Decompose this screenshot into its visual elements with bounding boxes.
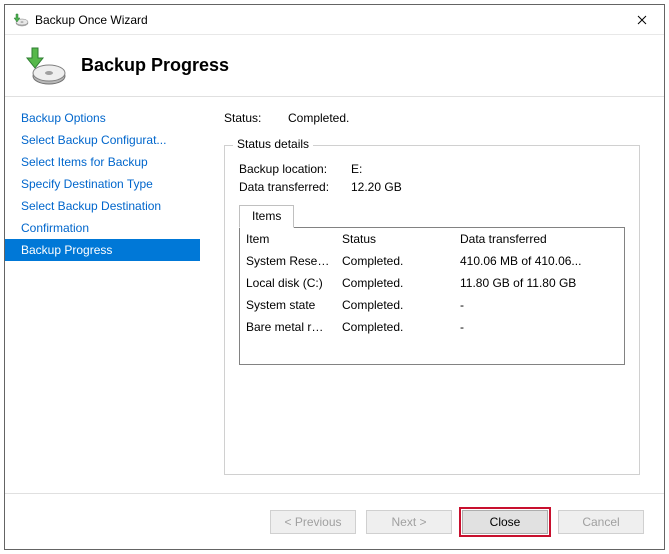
table-row[interactable]: System Reserv... Completed. 410.06 MB of… — [240, 250, 624, 272]
col-status[interactable]: Status — [336, 228, 454, 250]
step-select-backup-configuration[interactable]: Select Backup Configurat... — [5, 129, 200, 151]
step-select-backup-destination[interactable]: Select Backup Destination — [5, 195, 200, 217]
window-close-button[interactable] — [619, 5, 664, 34]
step-select-items-for-backup[interactable]: Select Items for Backup — [5, 151, 200, 173]
step-specify-destination-type[interactable]: Specify Destination Type — [5, 173, 200, 195]
window-title: Backup Once Wizard — [35, 13, 148, 27]
tab-items[interactable]: Items — [239, 205, 294, 228]
next-button: Next > — [366, 510, 452, 534]
close-button[interactable]: Close — [462, 510, 548, 534]
backup-location-label: Backup location: — [239, 162, 351, 176]
status-details-group: Status details Backup location: E: Data … — [224, 145, 640, 475]
data-transferred-value: 12.20 GB — [351, 180, 402, 194]
backup-location-value: E: — [351, 162, 362, 176]
step-backup-progress[interactable]: Backup Progress — [5, 239, 200, 261]
wizard-main-panel: Status: Completed. Status details Backup… — [200, 97, 664, 493]
table-row[interactable]: System state Completed. - — [240, 294, 624, 316]
step-confirmation[interactable]: Confirmation — [5, 217, 200, 239]
wizard-window: Backup Once Wizard Backup Progress Backu… — [4, 4, 665, 550]
table-row[interactable]: Local disk (C:) Completed. 11.80 GB of 1… — [240, 272, 624, 294]
titlebar: Backup Once Wizard — [5, 5, 664, 35]
status-label: Status: — [224, 111, 288, 125]
app-icon — [13, 12, 29, 28]
wizard-icon — [23, 44, 67, 88]
step-backup-options[interactable]: Backup Options — [5, 107, 200, 129]
cancel-button: Cancel — [558, 510, 644, 534]
page-title: Backup Progress — [81, 55, 229, 76]
previous-button: < Previous — [270, 510, 356, 534]
wizard-header: Backup Progress — [5, 35, 664, 97]
wizard-steps-sidebar: Backup Options Select Backup Configurat.… — [5, 97, 200, 493]
items-table: Item Status Data transferred System Rese — [239, 227, 625, 365]
col-item[interactable]: Item — [240, 228, 336, 250]
status-value: Completed. — [288, 111, 349, 125]
col-data-transferred[interactable]: Data transferred — [454, 228, 624, 250]
wizard-footer: < Previous Next > Close Cancel — [5, 493, 664, 549]
table-row[interactable]: Bare metal rec... Completed. - — [240, 316, 624, 338]
status-details-legend: Status details — [233, 137, 313, 151]
data-transferred-label: Data transferred: — [239, 180, 351, 194]
